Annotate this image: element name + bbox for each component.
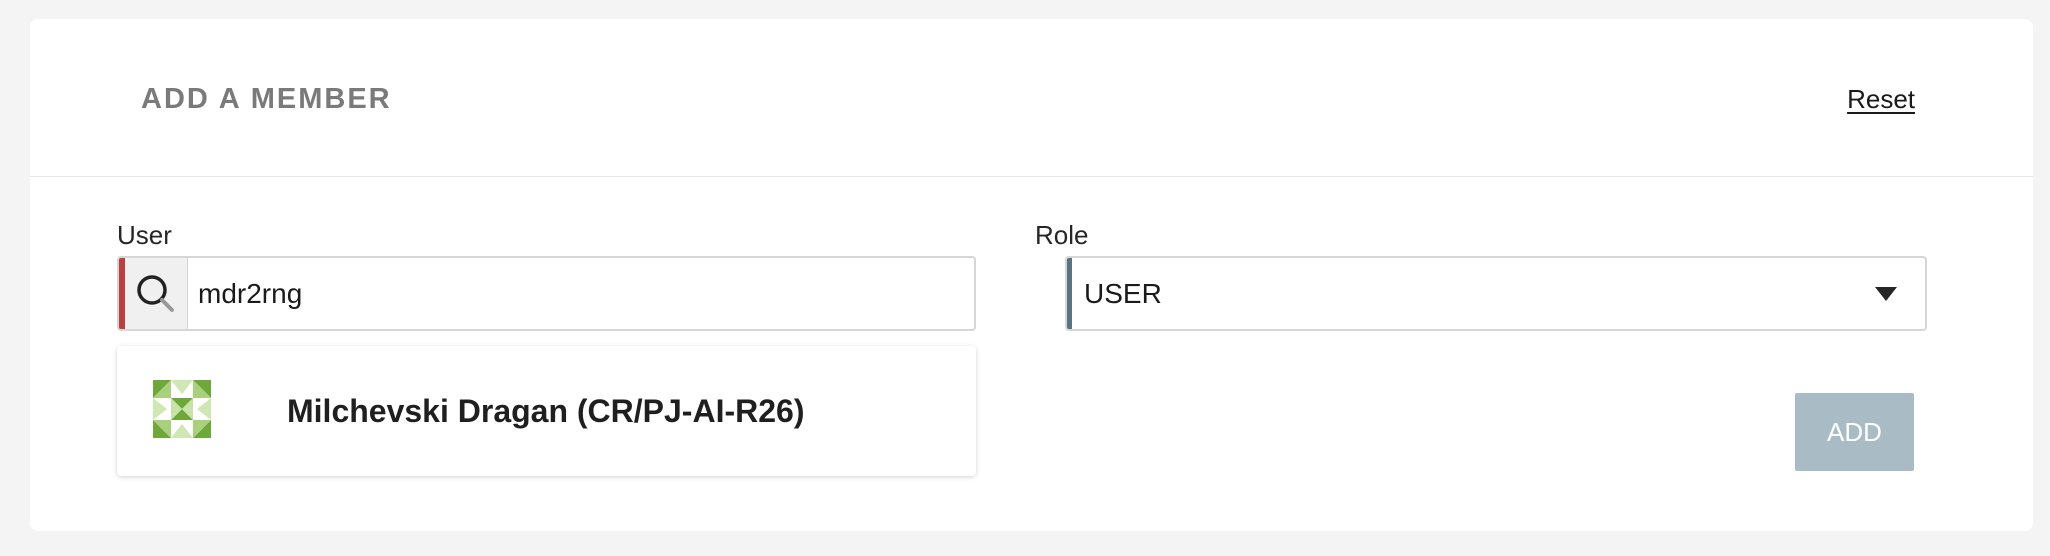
- reset-link[interactable]: Reset: [1847, 82, 1915, 116]
- user-suggestions-dropdown: Milchevski Dragan (CR/PJ-AI-R26): [117, 346, 976, 476]
- panel-title: ADD A MEMBER: [141, 83, 392, 115]
- user-search-field[interactable]: [117, 256, 976, 331]
- suggestion-user-name: Milchevski Dragan (CR/PJ-AI-R26): [287, 393, 805, 429]
- user-label: User: [117, 220, 172, 250]
- panel-header: ADD A MEMBER Reset: [30, 19, 2033, 177]
- suggestion-item[interactable]: Milchevski Dragan (CR/PJ-AI-R26): [117, 346, 976, 476]
- chevron-down-icon: [1875, 286, 1897, 301]
- role-select[interactable]: USER: [1065, 256, 1927, 331]
- role-label: Role: [1035, 220, 1089, 250]
- identicon-avatar: [149, 376, 215, 442]
- add-button[interactable]: ADD: [1795, 393, 1914, 471]
- user-search-input[interactable]: [188, 258, 974, 329]
- role-selected-value: USER: [1084, 277, 1162, 309]
- search-icon[interactable]: [125, 258, 188, 329]
